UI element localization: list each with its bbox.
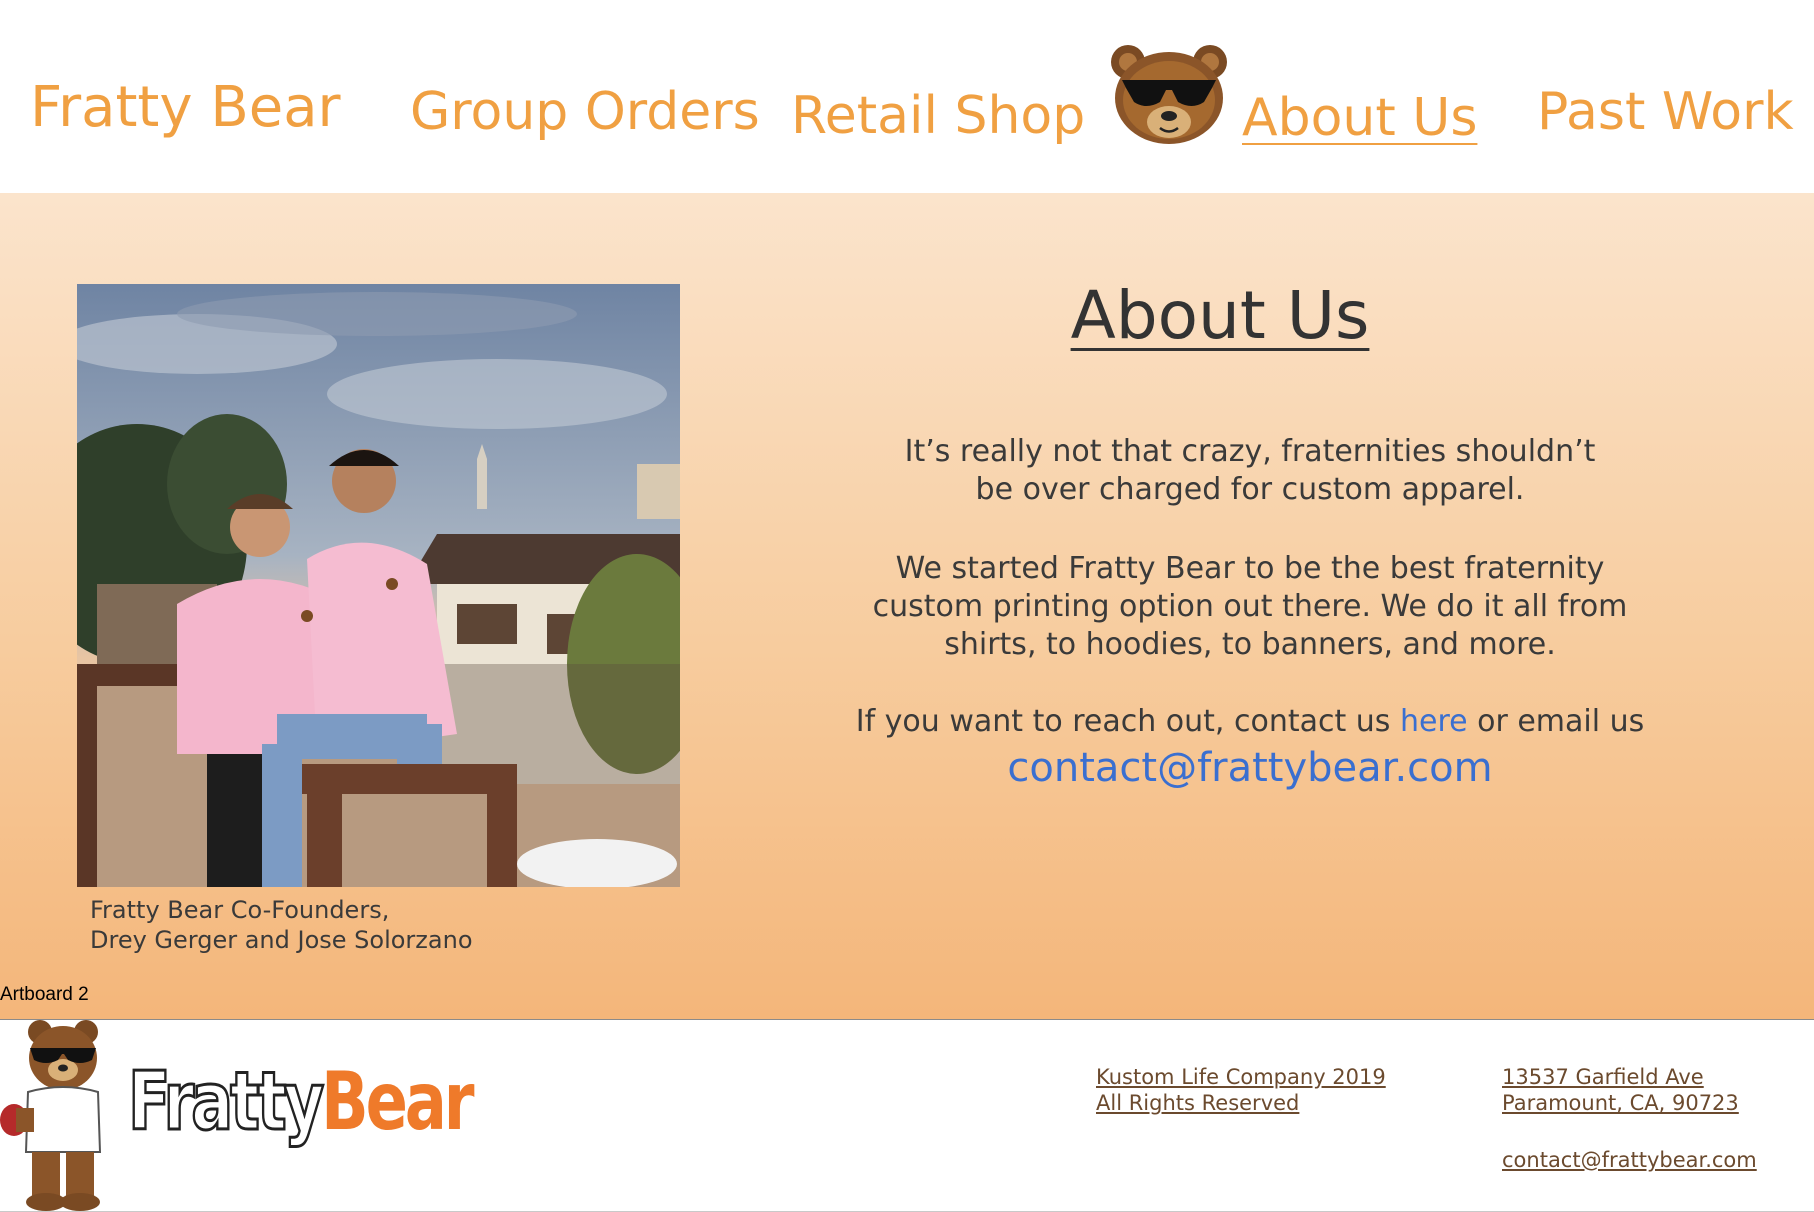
contact-here-link[interactable]: here [1400, 704, 1468, 739]
paragraph-line: We started Fratty Bear to be the best fr… [895, 551, 1605, 586]
paragraph-line: It’s really not that crazy, fraternities… [904, 434, 1596, 469]
artboard-label: Artboard 2 [0, 984, 89, 1005]
footer-address-line2[interactable]: Paramount, CA, 90723 [1502, 1090, 1739, 1116]
paragraph-story: We started Fratty Bear to be the best fr… [760, 550, 1740, 664]
nav-about-us-link[interactable]: About Us [1242, 92, 1477, 144]
bear-mascot-icon [0, 1020, 102, 1211]
caption-line-2: Drey Gerger and Jose Solorzano [90, 926, 473, 954]
photo-caption: Fratty Bear Co-Founders, Drey Gerger and… [90, 895, 610, 955]
site-footer: FrattyBear Kustom Life Company 2019 All … [0, 1019, 1814, 1212]
paragraph-mission: It’s really not that crazy, fraternities… [760, 433, 1740, 509]
nav-group-orders-link[interactable]: Group Orders [410, 86, 760, 138]
footer-logo[interactable]: FrattyBear [127, 1060, 475, 1143]
nav-retail-shop-link[interactable]: Retail Shop [791, 90, 1085, 142]
footer-copyright-line2[interactable]: All Rights Reserved [1096, 1090, 1299, 1116]
footer-address-line1[interactable]: 13537 Garfield Ave [1502, 1064, 1704, 1090]
footer-logo-part2: Bear [321, 1055, 474, 1148]
paragraph-contact: If you want to reach out, contact us her… [760, 703, 1740, 741]
footer-copyright-line1[interactable]: Kustom Life Company 2019 [1096, 1064, 1386, 1090]
nav-brand-link[interactable]: Fratty Bear [30, 80, 341, 136]
caption-line-1: Fratty Bear Co-Founders, [90, 896, 390, 924]
paragraph-line: custom printing option out there. We do … [872, 589, 1628, 624]
footer-logo-part1: Fratty [127, 1055, 326, 1148]
site-header: Fratty Bear Group Orders Retail Shop Abo… [0, 0, 1814, 193]
bear-sunglasses-icon[interactable] [1108, 40, 1230, 146]
contact-email-link[interactable]: contact@frattybear.com [760, 745, 1740, 791]
footer-email-link[interactable]: contact@frattybear.com [1502, 1147, 1757, 1173]
cofounders-photo [77, 284, 680, 887]
contact-text-before: If you want to reach out, contact us [855, 704, 1400, 739]
page-title: About Us [1070, 277, 1370, 354]
paragraph-line: shirts, to hoodies, to banners, and more… [944, 627, 1556, 662]
paragraph-line: be over charged for custom apparel. [975, 472, 1525, 507]
nav-past-work-link[interactable]: Past Work [1537, 86, 1794, 138]
about-section: Fratty Bear Co-Founders, Drey Gerger and… [0, 193, 1814, 1019]
contact-text-after: or email us [1467, 704, 1645, 739]
